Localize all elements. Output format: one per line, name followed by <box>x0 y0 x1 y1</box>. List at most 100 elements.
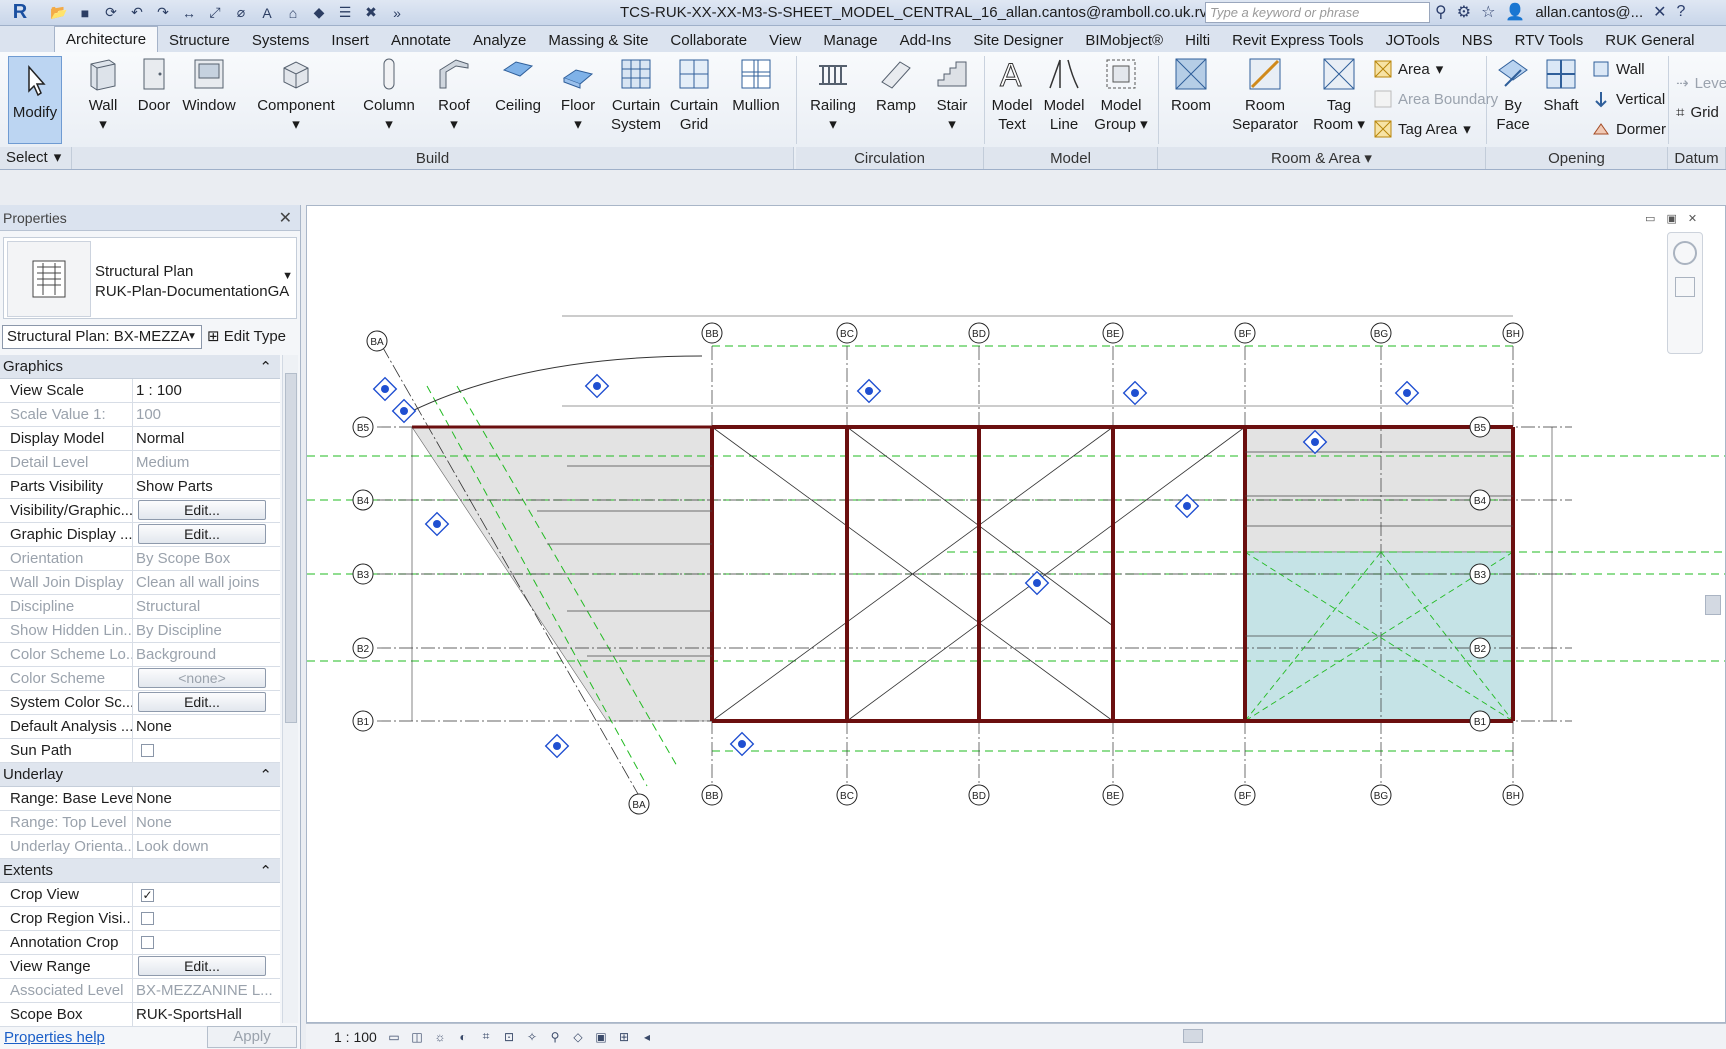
detail-level-icon[interactable]: ▭ <box>384 1029 404 1045</box>
tab-architecture[interactable]: Architecture <box>54 26 159 52</box>
chevron-down-icon[interactable]: ▼ <box>282 270 293 282</box>
tab-view[interactable]: View <box>758 28 812 52</box>
properties-help-link[interactable]: Properties help <box>4 1029 105 1046</box>
crop-region-checkbox[interactable] <box>141 912 154 925</box>
type-selector[interactable]: Structural Plan RUK-Plan-DocumentationGA… <box>3 237 297 319</box>
tag-area-button[interactable]: Tag Area ▾ <box>1374 120 1471 138</box>
room-separator-button[interactable]: Room Separator <box>1222 56 1308 134</box>
tab-bimobject-[interactable]: BIMobject® <box>1074 28 1174 52</box>
subscription-icon[interactable]: ⚙ <box>1457 2 1471 22</box>
binoculars-icon[interactable]: ⚲ <box>1435 2 1447 22</box>
door-button[interactable]: Door <box>134 56 174 115</box>
scroll-left-icon[interactable]: ◂ <box>637 1029 657 1045</box>
floor-button[interactable]: Floor ▾ <box>552 56 604 134</box>
edit-button[interactable]: Edit... <box>138 956 266 976</box>
edit-type-button[interactable]: ⊞ Edit Type <box>207 327 286 345</box>
crop-icon[interactable]: ⌗ <box>476 1029 496 1045</box>
room-button[interactable]: Room <box>1158 56 1224 115</box>
vertical-scrollbar[interactable] <box>1704 210 1722 1018</box>
dimension-icon[interactable]: ⤢ <box>206 4 224 22</box>
shadows-icon[interactable]: ◐ <box>453 1029 473 1045</box>
horizontal-scrollbar[interactable] <box>1008 1027 1708 1045</box>
prop-row[interactable]: Range: Base Level None <box>0 787 280 811</box>
prop-row[interactable]: Scope Box RUK-SportsHall <box>0 1003 280 1027</box>
thin-lines-icon[interactable]: ☰ <box>336 4 354 22</box>
zoom-icon[interactable] <box>1675 277 1695 297</box>
tab-revit-express-tools[interactable]: Revit Express Tools <box>1221 28 1374 52</box>
tab-ruk-general[interactable]: RUK General <box>1594 28 1705 52</box>
tab-add-ins[interactable]: Add-Ins <box>889 28 963 52</box>
application-menu-button[interactable]: R <box>0 0 40 26</box>
open-icon[interactable]: 📂 <box>50 4 68 22</box>
tab-annotate[interactable]: Annotate <box>380 28 462 52</box>
modify-button[interactable]: Modify <box>8 56 62 144</box>
scroll-thumb[interactable] <box>285 373 297 723</box>
area-button[interactable]: Area ▾ <box>1374 60 1443 78</box>
chevron-down-icon[interactable]: ▼ <box>187 331 197 342</box>
close-hidden-icon[interactable]: ✖ <box>362 4 380 22</box>
stair-button[interactable]: Stair ▾ <box>924 56 980 134</box>
tab-rtv-tools[interactable]: RTV Tools <box>1504 28 1595 52</box>
search-input[interactable]: Type a keyword or phrase <box>1205 2 1430 23</box>
select-dropdown-label[interactable]: Select ▾ <box>6 148 61 167</box>
constraints-icon[interactable]: ⊞ <box>614 1029 634 1045</box>
vertical-opening-button[interactable]: Vertical <box>1592 90 1665 108</box>
tab-massing-site[interactable]: Massing & Site <box>537 28 659 52</box>
analytical-icon[interactable]: ◇ <box>568 1029 588 1045</box>
tab-structure[interactable]: Structure <box>158 28 241 52</box>
properties-scrollbar[interactable] <box>282 355 298 1023</box>
section-icon[interactable]: ◆ <box>310 4 328 22</box>
tab-jotools[interactable]: JOTools <box>1375 28 1451 52</box>
model-line-button[interactable]: Model Line <box>1036 56 1092 134</box>
3d-view-icon[interactable]: ⌂ <box>284 4 302 22</box>
close-icon[interactable]: ✕ <box>279 208 292 228</box>
dormer-button[interactable]: Dormer <box>1592 120 1666 138</box>
tab-systems[interactable]: Systems <box>241 28 321 52</box>
railing-button[interactable]: Railing ▾ <box>796 56 870 134</box>
tab-analyze[interactable]: Analyze <box>462 28 537 52</box>
apply-button[interactable]: Apply <box>207 1026 297 1048</box>
edit-button[interactable]: Edit... <box>138 500 266 520</box>
ceiling-button[interactable]: Ceiling <box>490 56 546 115</box>
edit-button[interactable]: Edit... <box>138 524 266 544</box>
show-crop-icon[interactable]: ⊡ <box>499 1029 519 1045</box>
user-icon[interactable]: 👤 <box>1505 2 1525 22</box>
grid-button[interactable]: ⌗ Grid <box>1676 104 1719 121</box>
prop-row[interactable]: View Scale 1 : 100 <box>0 379 280 403</box>
tag-room-button[interactable]: Tag Room ▾ <box>1306 56 1372 134</box>
mullion-button[interactable]: Mullion <box>722 56 790 115</box>
prop-row[interactable]: Display Model Normal <box>0 427 280 451</box>
wall-opening-button[interactable]: Wall <box>1592 60 1645 78</box>
text-icon[interactable]: A <box>258 4 276 22</box>
tab-insert[interactable]: Insert <box>320 28 380 52</box>
redo-icon[interactable]: ↷ <box>154 4 172 22</box>
help-icon[interactable]: ? <box>1677 3 1686 21</box>
sun-path-checkbox[interactable] <box>141 744 154 757</box>
measure-icon[interactable]: ↔ <box>180 4 198 22</box>
group-extents[interactable]: Extents ⌃ <box>0 859 280 883</box>
ramp-button[interactable]: Ramp <box>868 56 924 115</box>
navigation-bar[interactable] <box>1667 232 1703 354</box>
sync-icon[interactable]: ⟳ <box>102 4 120 22</box>
sun-path-icon[interactable]: ☼ <box>430 1029 450 1045</box>
more-icon[interactable]: » <box>388 4 406 22</box>
model-text-button[interactable]: A Model Text <box>984 56 1040 134</box>
structural-plan-drawing[interactable]: BB BB BC BC BD BD BE BE BF BF BG BG BH BH B5 B5 B4 B4 B3 B3… <box>307 206 1725 1022</box>
visual-style-icon[interactable]: ◫ <box>407 1029 427 1045</box>
window-button[interactable]: Window <box>180 56 238 115</box>
crop-view-checkbox[interactable]: ✓ <box>141 889 154 902</box>
component-button[interactable]: Component ▾ <box>250 56 342 134</box>
user-name[interactable]: allan.cantos@... <box>1535 4 1643 21</box>
tab-site-designer[interactable]: Site Designer <box>962 28 1074 52</box>
view-scale[interactable]: 1 : 100 <box>306 1029 384 1045</box>
tab-nbs[interactable]: NBS <box>1451 28 1504 52</box>
steering-wheel-icon[interactable] <box>1673 241 1697 265</box>
group-underlay[interactable]: Underlay ⌃ <box>0 763 280 787</box>
highlight-icon[interactable]: ▣ <box>591 1029 611 1045</box>
instance-dropdown[interactable]: Structural Plan: BX-MEZZA <box>2 325 202 349</box>
curtain-grid-button[interactable]: Curtain Grid <box>666 56 722 134</box>
edit-button[interactable]: Edit... <box>138 692 266 712</box>
prop-row[interactable]: Default Analysis ... None <box>0 715 280 739</box>
tab-hilti[interactable]: Hilti <box>1174 28 1221 52</box>
prop-row[interactable]: Parts Visibility Show Parts <box>0 475 280 499</box>
